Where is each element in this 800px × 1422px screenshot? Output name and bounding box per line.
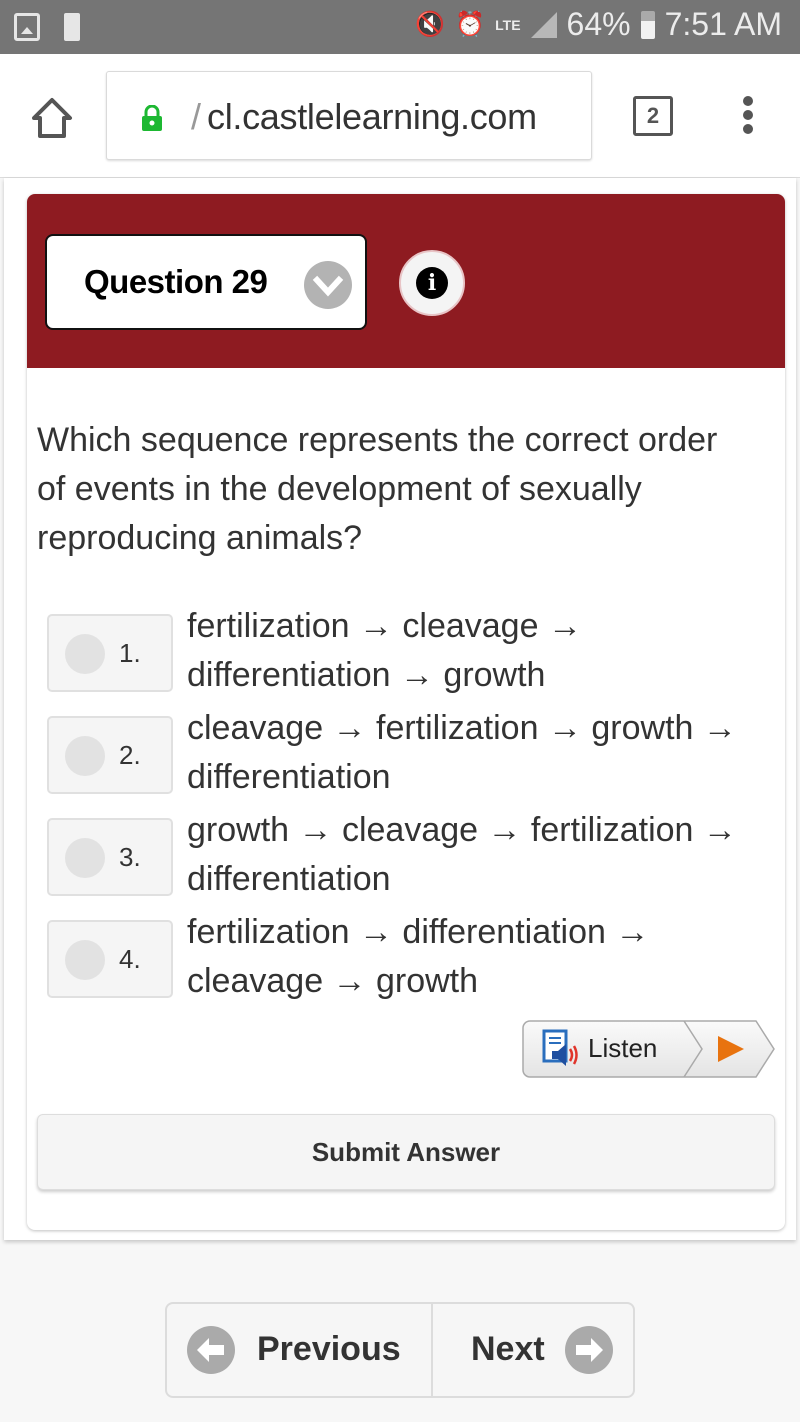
play-icon[interactable] (716, 1034, 746, 1064)
radio-icon (65, 940, 105, 980)
previous-label: Previous (257, 1330, 401, 1368)
next-label: Next (471, 1330, 545, 1368)
home-button[interactable] (30, 96, 74, 140)
menu-dot-icon (743, 110, 753, 120)
browser-toolbar: / cl.castlelearning.com 2 (0, 54, 800, 178)
lte-icon: LTE (495, 16, 521, 33)
question-header: Question 29 i (27, 194, 785, 368)
battery-percent: 64% (566, 6, 631, 42)
answer-choice-1-button[interactable]: 1. (47, 614, 173, 692)
radio-icon (65, 736, 105, 776)
question-navigation: Previous Next (165, 1302, 635, 1398)
status-bar: 🔇 ⏰ LTE 64% 7:51 AM (0, 0, 800, 54)
question-text: Which sequence represents the correct or… (37, 421, 718, 557)
clock: 7:51 AM (664, 6, 782, 42)
answer-choice: 3. growth → cleavage → fertilization → d… (47, 806, 767, 898)
choice-text: cleavage → fertilization → growth → diff… (187, 709, 737, 796)
answer-choice-3-button[interactable]: 3. (47, 818, 173, 896)
alarm-icon: ⏰ (455, 11, 486, 38)
choice-number: 1. (119, 638, 141, 668)
choice-number: 2. (119, 740, 141, 770)
answer-choice-2-button[interactable]: 2. (47, 716, 173, 794)
choice-number: 3. (119, 842, 141, 872)
menu-dot-icon (743, 124, 753, 134)
url-text: cl.castlelearning.com (207, 96, 537, 137)
battery-saver-icon (64, 13, 80, 41)
answer-choice: 2. cleavage → fertilization → growth → d… (47, 704, 767, 796)
arrow-left-icon (187, 1326, 235, 1374)
answer-choice-4-button[interactable]: 4. (47, 920, 173, 998)
info-icon: i (416, 267, 448, 299)
choice-text: fertilization → cleavage → differentiati… (187, 607, 582, 694)
choice-number: 4. (119, 944, 141, 974)
question-selector-label: Question 29 (84, 263, 268, 300)
answer-choice: 4. fertilization → differentiation → cle… (47, 908, 767, 1000)
url-prefix: / (191, 96, 202, 137)
speaker-document-icon (542, 1029, 578, 1066)
menu-dot-icon (743, 96, 753, 106)
vibrate-mute-icon: 🔇 (415, 11, 446, 38)
previous-button[interactable]: Previous (167, 1304, 433, 1396)
listen-button[interactable]: Listen (522, 1020, 776, 1078)
submit-answer-button[interactable]: Submit Answer (37, 1114, 775, 1190)
question-selector-dropdown[interactable]: Question 29 (45, 234, 367, 330)
home-icon (32, 98, 72, 138)
answer-choice: 1. fertilization → cleavage → differenti… (47, 602, 767, 694)
tab-switcher-button[interactable]: 2 (633, 96, 673, 136)
choice-text: fertilization → differentiation → cleava… (187, 913, 650, 1000)
arrow-right-icon (565, 1326, 613, 1374)
gallery-notification-icon (14, 13, 40, 41)
battery-icon (640, 10, 655, 39)
signal-icon (530, 11, 557, 38)
chevron-down-icon (304, 261, 352, 309)
listen-label: Listen (588, 1033, 658, 1063)
choice-text: growth → cleavage → fertilization → diff… (187, 811, 737, 898)
next-button[interactable]: Next (433, 1304, 633, 1396)
info-button[interactable]: i (399, 250, 465, 316)
radio-icon (65, 634, 105, 674)
question-card: Question 29 i Which sequence represents … (27, 194, 785, 1230)
lock-icon (142, 105, 162, 131)
url-bar[interactable]: / cl.castlelearning.com (106, 71, 592, 160)
radio-icon (65, 838, 105, 878)
overflow-menu-button[interactable] (738, 96, 758, 140)
